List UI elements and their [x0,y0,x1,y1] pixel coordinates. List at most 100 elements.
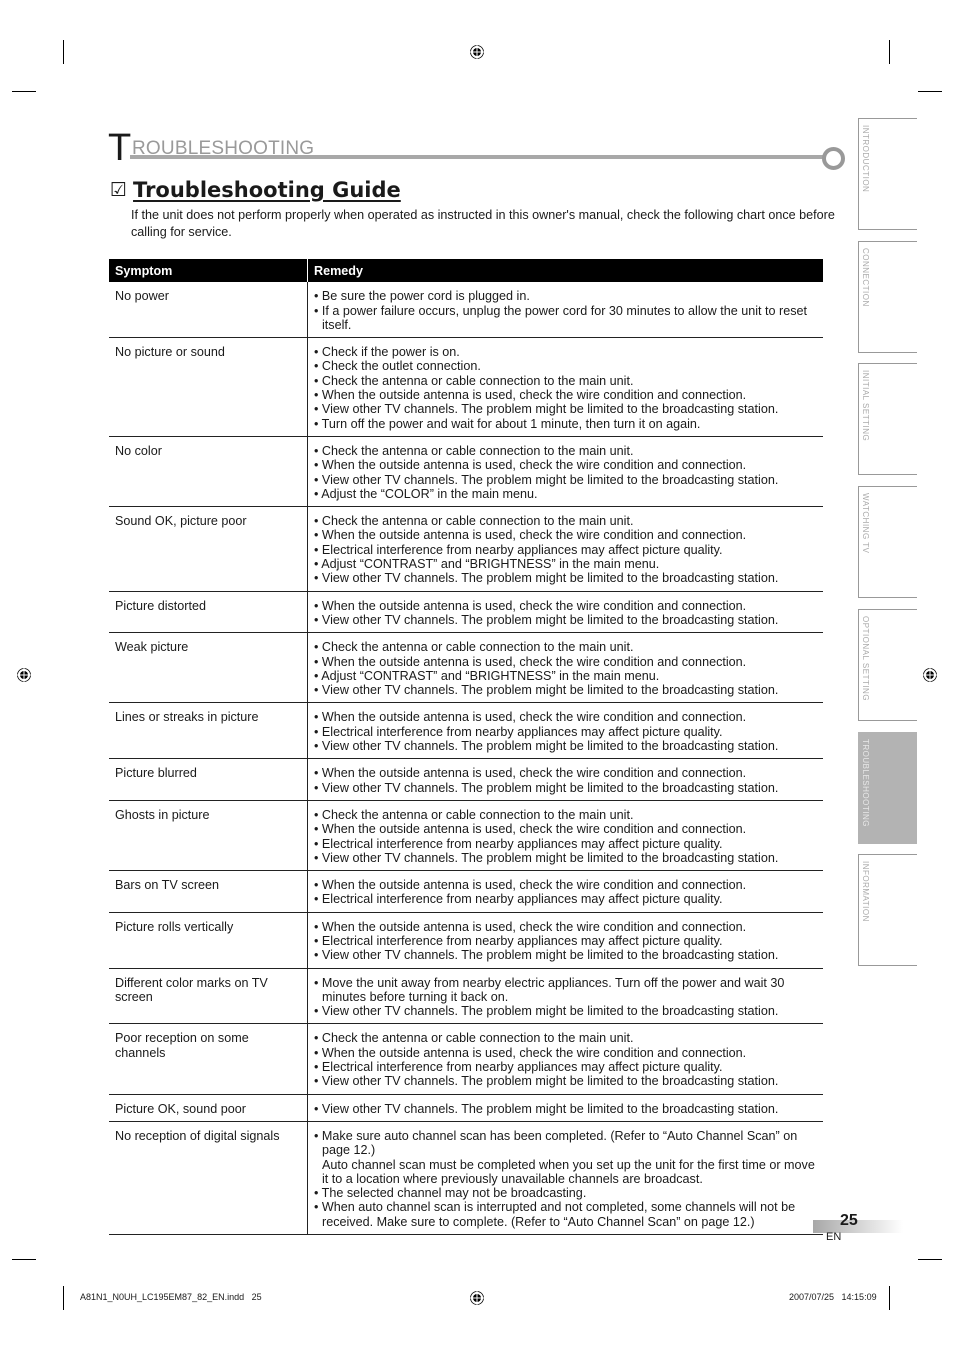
remedy-cell: • Be sure the power cord is plugged in. •… [307,282,823,339]
chapter-header: T ROUBLESHOOTING [108,127,848,170]
remedy-item: • Adjust the “COLOR” in the main menu. [314,486,538,501]
symptom-cell: No picture or sound [109,337,308,437]
crop-mark [63,40,64,64]
remedy-item: • Check the antenna or cable connection … [314,640,634,655]
table-row: Lines or streaks in picture • When the ou… [109,702,823,760]
table-row: No reception of digital signals • Make su… [109,1121,823,1236]
table-row: No power • Be sure the power cord is plug… [109,282,823,339]
remedy-item: • View other TV channels. The problem mi… [314,612,779,627]
remedy-cell: • View other TV channels. The problem mi… [307,1094,823,1122]
remedy-cell: • Make sure auto channel scan has been c… [307,1121,823,1236]
table-row: Picture blurred • When the outside antenn… [109,758,823,801]
table-row: Sound OK, picture poor • Check the antenn… [109,506,823,592]
chapter-tab-label: OPTIONAL SETTING [861,615,870,701]
remedy-item: • View other TV channels. The problem mi… [314,683,779,698]
remedy-cell: • When the outside antenna is used, chec… [307,912,823,969]
chapter-tab-information: INFORMATION [858,854,917,967]
remedy-item: • Check the antenna or cable connection … [314,443,634,458]
chapter-tab-label: INFORMATION [861,861,870,923]
table-row: No color • Check the antenna or cable con… [109,436,823,508]
chapter-title-initial: T [108,127,132,169]
chapter-tab-introduction: INTRODUCTION [858,118,917,230]
table-row: Ghosts in picture • Check the antenna or … [109,800,823,872]
crop-mark [12,1259,36,1260]
remedy-cell: • Check if the power is on. • Check the o… [307,337,823,437]
registration-mark-icon [16,667,32,683]
remedy-item: • When the outside antenna is used, chec… [314,1045,747,1060]
remedy-item: • View other TV channels. The problem mi… [314,739,779,754]
remedy-item: • Check the antenna or cable connection … [314,1031,634,1046]
remedy-item: • When the outside antenna is used, chec… [314,919,747,934]
remedy-item: • Move the unit away from nearby electri… [314,975,785,1004]
remedy-item: • When the outside antenna is used, chec… [314,822,747,837]
crop-mark [918,91,942,92]
symptom-cell: Lines or streaks in picture [109,702,308,760]
remedy-item: • When the outside antenna is used, chec… [314,598,747,613]
column-header-remedy: Remedy [307,259,823,283]
registration-mark-icon [469,1290,485,1306]
symptom-cell: Ghosts in picture [109,800,308,872]
remedy-cell: • Check the antenna or cable connection … [307,506,823,592]
registration-mark-icon [469,44,485,60]
crop-mark [889,1286,890,1310]
remedy-cell: • Check the antenna or cable connection … [307,1023,823,1095]
symptom-cell: Picture blurred [109,758,308,801]
remedy-cell: • When the outside antenna is used, chec… [307,870,823,913]
table-row: Weak picture • Check the antenna or cable… [109,632,823,704]
chapter-tab-label: TROUBLESHOOTING [861,738,870,827]
chapter-tab-label: CONNECTION [861,247,870,307]
chapter-tab-watching-tv: WATCHING TV [858,486,917,599]
section-title-text: Troubleshooting Guide [133,178,401,202]
remedy-item: • View other TV channels. The problem mi… [314,1074,779,1089]
remedy-item: • View other TV channels. The problem mi… [314,472,779,487]
remedy-cell: • Move the unit away from nearby electri… [307,968,823,1025]
table-row: Picture OK, sound poor • View other TV ch… [109,1094,823,1122]
remedy-item: • Check the antenna or cable connection … [314,373,634,388]
remedy-cell: • Check the antenna or cable connection … [307,436,823,508]
symptom-cell: No reception of digital signals [109,1121,308,1236]
chapter-tab-optional-setting: OPTIONAL SETTING [858,608,917,721]
remedy-item: • Adjust “CONTRAST” and “BRIGHTNESS” in … [314,668,660,683]
crop-mark [918,1259,942,1260]
remedy-item: • When the outside antenna is used, chec… [314,458,747,473]
table-row: Different color marks on TV screen • Move… [109,968,823,1025]
remedy-item: • Electrical interference from nearby ap… [314,542,723,557]
remedy-item: • When the outside antenna is used, chec… [314,388,747,403]
language-code: EN [826,1231,842,1243]
remedy-cell: • When the outside antenna is used, chec… [307,702,823,760]
remedy-item: • The selected channel may not be broadc… [314,1186,587,1201]
remedy-cell: • When the outside antenna is used, chec… [307,758,823,801]
remedy-item: Auto channel scan must be completed when… [322,1157,815,1186]
crop-mark [12,91,36,92]
chapter-tab-label: WATCHING TV [861,493,870,554]
table-row: Picture rolls vertically • When the outsi… [109,912,823,969]
remedy-item: • If a power failure occurs, unplug the … [314,303,808,332]
table-body: No power • Be sure the power cord is plug… [109,282,823,1236]
remedy-item: • View other TV channels. The problem mi… [314,1004,779,1019]
symptom-cell: Sound OK, picture poor [109,506,308,592]
checkbox-checked-icon: ☑ [110,179,128,201]
page-number: 25 [840,1212,858,1229]
symptom-cell: No color [109,436,308,508]
remedy-item: • Check the outlet connection. [314,359,481,374]
intro-paragraph: If the unit does not perform properly wh… [131,208,835,239]
troubleshooting-table: Symptom Remedy No power • Be sure the pow… [109,259,823,1236]
remedy-item: • When the outside antenna is used, chec… [314,710,747,725]
chapter-title-rest: ROUBLESHOOTING [132,138,315,159]
column-header-symptom: Symptom [109,259,308,283]
chapter-tab-label: INITIAL SETTING [861,370,870,442]
remedy-cell: • Check the antenna or cable connection … [307,800,823,872]
chapter-tab-label: INTRODUCTION [861,125,870,193]
symptom-cell: Poor reception on some channels [109,1023,308,1095]
symptom-cell: Weak picture [109,632,308,704]
remedy-item: • Electrical interference from nearby ap… [314,836,723,851]
symptom-cell: Picture distorted [109,591,308,634]
footer-filename: A81N1_N0UH_LC195EM87_82_EN.indd 25 [80,1292,262,1302]
remedy-cell: • When the outside antenna is used, chec… [307,591,823,634]
symptom-cell: No power [109,282,308,339]
chapter-tab-initial-setting: INITIAL SETTING [858,363,917,476]
crop-mark [889,40,890,64]
remedy-item: • Electrical interference from nearby ap… [314,933,723,948]
remedy-item: • View other TV channels. The problem mi… [314,1101,779,1116]
table-row: Picture distorted • When the outside ante… [109,591,823,634]
